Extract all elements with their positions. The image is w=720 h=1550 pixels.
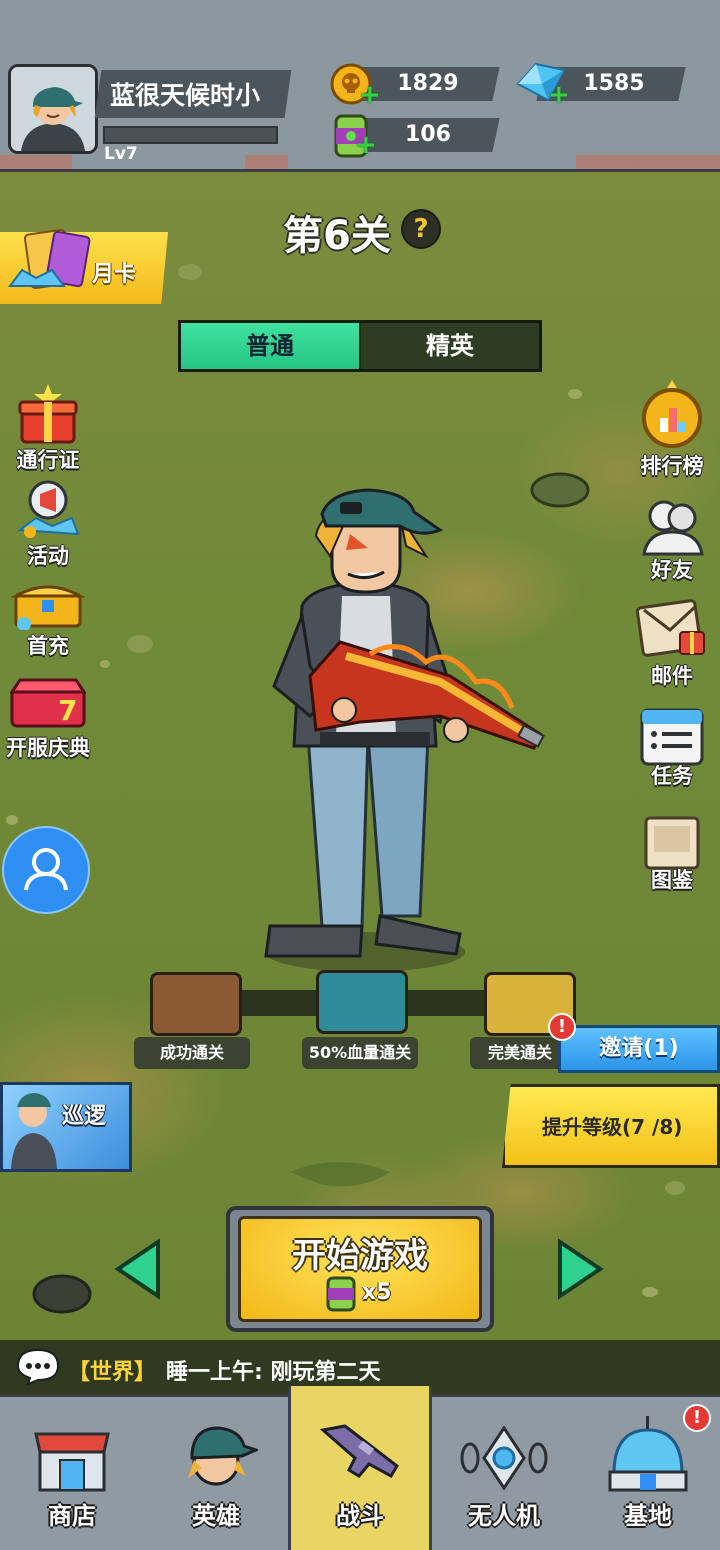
nav-label: 无人机	[468, 1502, 540, 1530]
side-item-label: 好友	[651, 558, 693, 582]
side-item-label: 活动	[27, 544, 69, 568]
rifle-icon	[319, 1424, 399, 1479]
add-gems-icon[interactable]: +	[548, 82, 570, 108]
next-stage-button[interactable]	[556, 1238, 604, 1300]
player-name: 蓝很天候时小	[110, 81, 261, 110]
nav-label: 英雄	[192, 1502, 240, 1530]
month-card-icon	[8, 228, 91, 290]
task-clipboard-icon	[640, 708, 704, 766]
energy-can-icon	[326, 1276, 356, 1312]
shop-icon	[34, 1432, 110, 1492]
gift-box-icon	[18, 384, 78, 444]
tab-elite[interactable]: 精英	[361, 323, 539, 369]
hero-portrait-icon	[11, 67, 95, 151]
help-button[interactable]: ?	[401, 209, 441, 249]
stage-title: 第6关	[283, 213, 391, 259]
level-up-label: 提升等级(7 /8)	[542, 1115, 683, 1139]
energy-value: 106	[405, 122, 451, 147]
avatar[interactable]	[8, 64, 98, 154]
celebration-box-icon: 7	[10, 678, 86, 728]
side-item-events[interactable]: 活动	[10, 478, 86, 570]
base-dome-icon	[608, 1416, 688, 1492]
coins-value: 1829	[397, 71, 459, 96]
user-icon	[24, 848, 68, 891]
treasure-chest-icon	[10, 585, 86, 630]
month-card-label: 月卡	[92, 262, 137, 287]
side-item-label: 任务	[651, 764, 693, 788]
invite-button[interactable]: 邀请(1)	[558, 1025, 720, 1073]
patrol-label: 巡逻	[62, 1104, 107, 1129]
mail-icon	[636, 599, 705, 657]
nav-label: 战斗	[336, 1502, 384, 1530]
chat-bubble-icon[interactable]	[16, 1348, 60, 1386]
celebration-seven-glyph: 7	[58, 694, 77, 727]
friends-icon	[642, 500, 704, 556]
trophy-icon	[642, 380, 702, 448]
side-item-label: 邮件	[651, 664, 693, 688]
side-item-first-recharge[interactable]: 首充	[8, 578, 88, 660]
previous-stage-button[interactable]	[114, 1238, 162, 1300]
start-game-label: 开始游戏	[292, 1236, 428, 1276]
chat-message: 睡一上午: 刚玩第二天	[166, 1360, 381, 1385]
drone-icon	[460, 1425, 548, 1491]
codex-book-icon	[644, 816, 700, 870]
patrol-hero-icon	[11, 1093, 57, 1169]
nav-label: 基地	[624, 1502, 672, 1530]
side-item-label: 开服庆典	[6, 736, 90, 760]
start-cost: x5	[362, 1280, 392, 1305]
chat-channel: 【世界】	[68, 1360, 157, 1385]
chest-label: 完美通关	[470, 1037, 570, 1069]
side-item-codex[interactable]: 图鉴	[634, 810, 710, 902]
side-item-leaderboard[interactable]: 排行榜	[632, 378, 712, 478]
xp-bar	[103, 126, 278, 144]
gems-value: 1585	[583, 71, 645, 96]
nav-label: 商店	[48, 1502, 96, 1530]
side-item-label: 排行榜	[640, 454, 704, 478]
side-item-friends[interactable]: 好友	[632, 496, 712, 586]
tab-normal[interactable]: 普通	[181, 323, 359, 369]
add-coins-icon[interactable]: +	[359, 82, 381, 108]
chest-label: 50%血量通关	[302, 1037, 418, 1069]
side-item-label: 首充	[27, 634, 69, 658]
side-item-mail[interactable]: 邮件	[630, 596, 714, 688]
profile-button[interactable]	[2, 826, 90, 914]
hero-icon	[188, 1426, 258, 1486]
side-item-tasks[interactable]: 任务	[634, 704, 710, 796]
add-energy-icon[interactable]: +	[355, 132, 377, 158]
side-item-server-celebration[interactable]: 7 开服庆典	[0, 676, 96, 760]
hero-character[interactable]	[250, 486, 560, 976]
side-item-label: 通行证	[16, 448, 80, 472]
base-alert-badge: !	[683, 1404, 711, 1432]
invite-alert-badge: !	[548, 1013, 576, 1041]
side-item-label: 图鉴	[651, 868, 693, 892]
player-level: Lv7	[104, 144, 138, 164]
side-item-battle-pass[interactable]: 通行证	[10, 380, 86, 472]
chest-clear[interactable]	[150, 972, 242, 1036]
megaphone-icon	[17, 480, 80, 538]
chest-label: 成功通关	[134, 1037, 250, 1069]
chest-half-hp[interactable]	[316, 970, 408, 1034]
